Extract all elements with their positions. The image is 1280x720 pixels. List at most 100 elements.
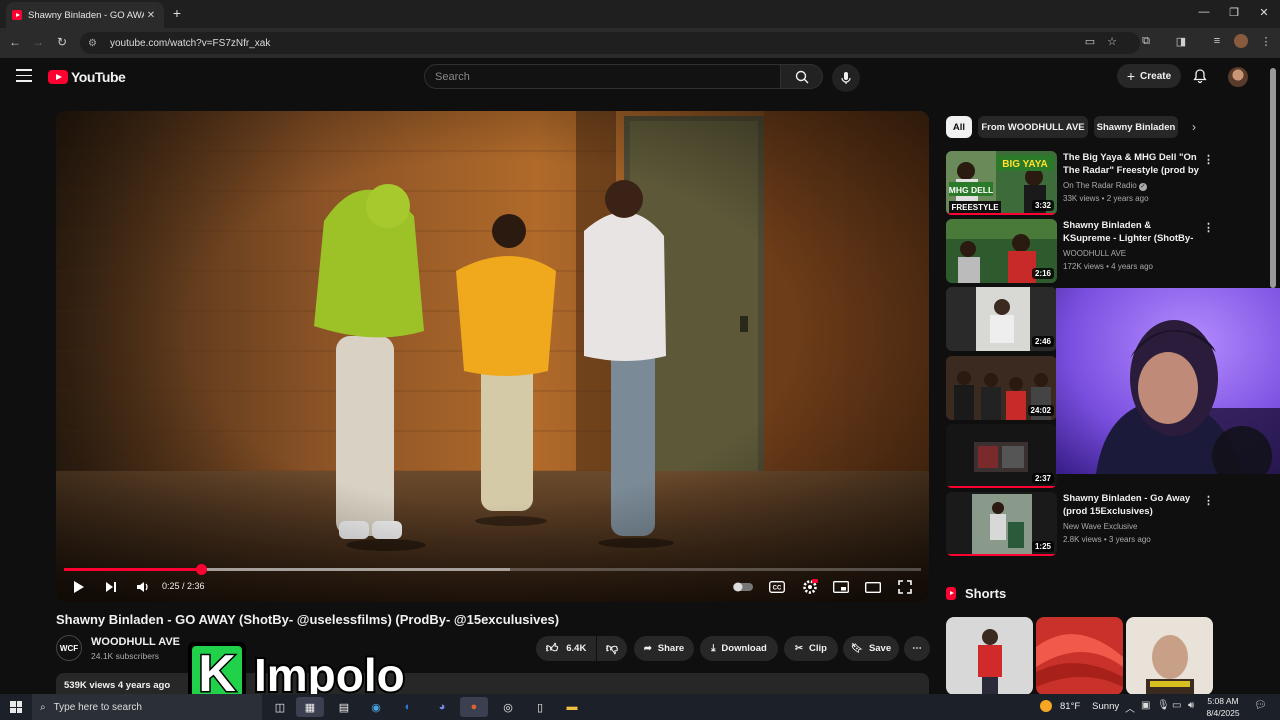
clip-button[interactable]: ✂ Clip: [784, 636, 838, 661]
save-button[interactable]: 🔖︎ Save: [843, 636, 899, 661]
weather-widget[interactable]: 81°F Sunny: [1040, 700, 1119, 712]
chip-shawny-binladen[interactable]: Shawny Binladen: [1094, 116, 1178, 138]
forward-icon[interactable]: →: [30, 35, 46, 49]
play-button[interactable]: [70, 576, 88, 598]
task-view-icon[interactable]: ◫: [266, 697, 294, 717]
recommendation-channel[interactable]: New Wave Exclusive: [1063, 522, 1137, 531]
volume-tray-icon[interactable]: 🔊︎: [1188, 700, 1194, 711]
close-tab-icon[interactable]: ✕: [144, 10, 158, 21]
windows-start-icon[interactable]: [10, 701, 22, 713]
youtube-logo[interactable]: YouTube: [48, 69, 126, 85]
user-avatar[interactable]: [1228, 67, 1248, 87]
short-thumbnail[interactable]: [1126, 617, 1213, 695]
page-scrollbar[interactable]: [1270, 68, 1276, 288]
channel-name[interactable]: WOODHULL AVE: [91, 636, 180, 648]
browser-menu-icon[interactable]: ⋮: [1258, 35, 1274, 48]
like-button[interactable]: 👍︎ 6.4K: [536, 636, 596, 661]
minimize-icon[interactable]: —: [1194, 6, 1214, 18]
restore-icon[interactable]: ❐: [1224, 6, 1244, 19]
channel-avatar[interactable]: WCF: [56, 635, 82, 661]
more-vertical-icon[interactable]: ⋮: [1203, 221, 1214, 234]
recommendation-item[interactable]: 1:25 Shawny Binladen - Go Away (prod 15E…: [946, 492, 1214, 556]
video-thumbnail[interactable]: 1:25: [946, 492, 1057, 556]
notification-center-icon[interactable]: 💬︎: [1254, 700, 1267, 711]
hamburger-menu-icon[interactable]: [16, 69, 32, 83]
video-thumbnail[interactable]: 24:02: [946, 356, 1057, 420]
youtube-header: YouTube Search + Create: [0, 58, 1280, 96]
settings-button[interactable]: [800, 576, 820, 598]
video-thumbnail[interactable]: 2:16: [946, 219, 1057, 283]
save-label: Save: [868, 643, 892, 654]
extensions-icon[interactable]: ⧉: [1138, 35, 1154, 48]
tray-app-icon[interactable]: ▣: [1141, 700, 1150, 711]
thumb-text-big-yaya: BIG YAYA: [1002, 159, 1047, 170]
more-actions-button[interactable]: ⋯: [904, 636, 930, 661]
system-clock[interactable]: 5:08 AM 8/4/2025: [1206, 695, 1240, 719]
search-placeholder: Search: [435, 70, 470, 83]
dislike-button[interactable]: 👎︎: [597, 636, 627, 661]
recommendation-title[interactable]: Shawny Binladen - Go Away (prod 15Exclus…: [1063, 492, 1199, 518]
video-thumbnail[interactable]: 2:37: [946, 424, 1057, 488]
chip-all[interactable]: All: [946, 116, 972, 138]
more-vertical-icon[interactable]: ⋮: [1203, 494, 1214, 507]
recommendation-channel[interactable]: WOODHULL AVE: [1063, 249, 1126, 258]
recommendation-title[interactable]: Shawny Binladen & KSupreme - Lighter (Sh…: [1063, 219, 1199, 246]
reload-icon[interactable]: ↻: [54, 35, 70, 49]
address-bar[interactable]: ⚙ youtube.com/watch?v=FS7zNfr_xak: [80, 32, 1140, 54]
recommendation-channel[interactable]: On The Radar Radio ✓: [1063, 181, 1147, 191]
video-thumbnail[interactable]: 2:46: [946, 287, 1057, 351]
short-thumbnail[interactable]: [946, 617, 1033, 695]
next-button[interactable]: [102, 576, 120, 598]
video-thumbnail[interactable]: BIG YAYA MHG DELL FREESTYLE 3:32: [946, 151, 1057, 215]
theater-mode-button[interactable]: [864, 576, 882, 598]
recommendation-item[interactable]: 2:16 Shawny Binladen & KSupreme - Lighte…: [946, 219, 1214, 283]
download-button[interactable]: ⤓ Download: [700, 636, 778, 661]
window-close-icon[interactable]: ✕: [1254, 6, 1274, 19]
chevron-right-icon[interactable]: ›: [1192, 120, 1196, 134]
more-horizontal-icon: ⋯: [912, 643, 922, 654]
share-button[interactable]: ➦ Share: [634, 636, 694, 661]
bookmark-star-icon[interactable]: ☆: [1104, 35, 1120, 48]
chip-from-woodhull-ave[interactable]: From WOODHULL AVE: [978, 116, 1088, 138]
autoplay-toggle[interactable]: [732, 576, 754, 598]
duration-badge: 24:02: [1027, 405, 1054, 416]
search-button[interactable]: [781, 64, 823, 89]
file-explorer-icon[interactable]: ▤: [330, 697, 358, 717]
new-tab-icon[interactable]: +: [170, 5, 184, 21]
create-button[interactable]: + Create: [1117, 64, 1181, 88]
discord-icon[interactable]: ◕: [428, 697, 456, 717]
tray-mic-icon[interactable]: 🎙︎: [1157, 700, 1170, 711]
browser-tab[interactable]: Shawny Binladen - GO AWAY (S ✕: [6, 2, 164, 28]
notepad-icon[interactable]: ▯: [526, 697, 554, 717]
taskbar-app-icon[interactable]: ▦: [296, 697, 324, 717]
back-icon[interactable]: ←: [7, 35, 23, 49]
tray-chevron-up-icon[interactable]: ︿: [1125, 700, 1135, 715]
search-input[interactable]: Search: [424, 64, 781, 89]
thumbs-down-icon: 👎︎: [605, 641, 619, 655]
more-vertical-icon[interactable]: ⋮: [1203, 153, 1214, 166]
steam-icon[interactable]: ◉: [362, 697, 390, 717]
miniplayer-button[interactable]: [832, 576, 850, 598]
network-icon[interactable]: ▭: [1172, 700, 1181, 711]
sidepanel-icon[interactable]: ◨: [1173, 35, 1189, 48]
video-player[interactable]: 0:25 / 2:36 CC: [56, 111, 929, 602]
captions-button[interactable]: CC: [768, 576, 786, 598]
recommendation-title[interactable]: The Big Yaya & MHG Dell "On The Radar" F…: [1063, 151, 1199, 178]
voice-search-button[interactable]: [832, 64, 860, 92]
short-thumbnail[interactable]: [1036, 617, 1123, 695]
video-progress-bar[interactable]: [64, 564, 921, 575]
edge-icon[interactable]: ◐: [394, 697, 422, 717]
volume-button[interactable]: [134, 576, 152, 598]
obs-icon[interactable]: ◎: [494, 697, 522, 717]
cast-icon[interactable]: ▭: [1082, 35, 1098, 48]
media-control-icon[interactable]: ≡: [1209, 35, 1225, 47]
shorts-logo-icon: [946, 587, 956, 600]
folder-icon[interactable]: ▬: [558, 697, 586, 717]
site-info-icon[interactable]: ⚙: [88, 38, 100, 49]
browser-profile-avatar[interactable]: [1234, 34, 1248, 48]
browser-app-icon[interactable]: ●: [460, 697, 488, 717]
notifications-bell-icon[interactable]: [1192, 68, 1208, 84]
fullscreen-button[interactable]: [896, 576, 914, 598]
recommendation-item[interactable]: BIG YAYA MHG DELL FREESTYLE 3:32 The Big…: [946, 151, 1214, 215]
taskbar-search[interactable]: ⌕ Type here to search: [32, 694, 262, 720]
